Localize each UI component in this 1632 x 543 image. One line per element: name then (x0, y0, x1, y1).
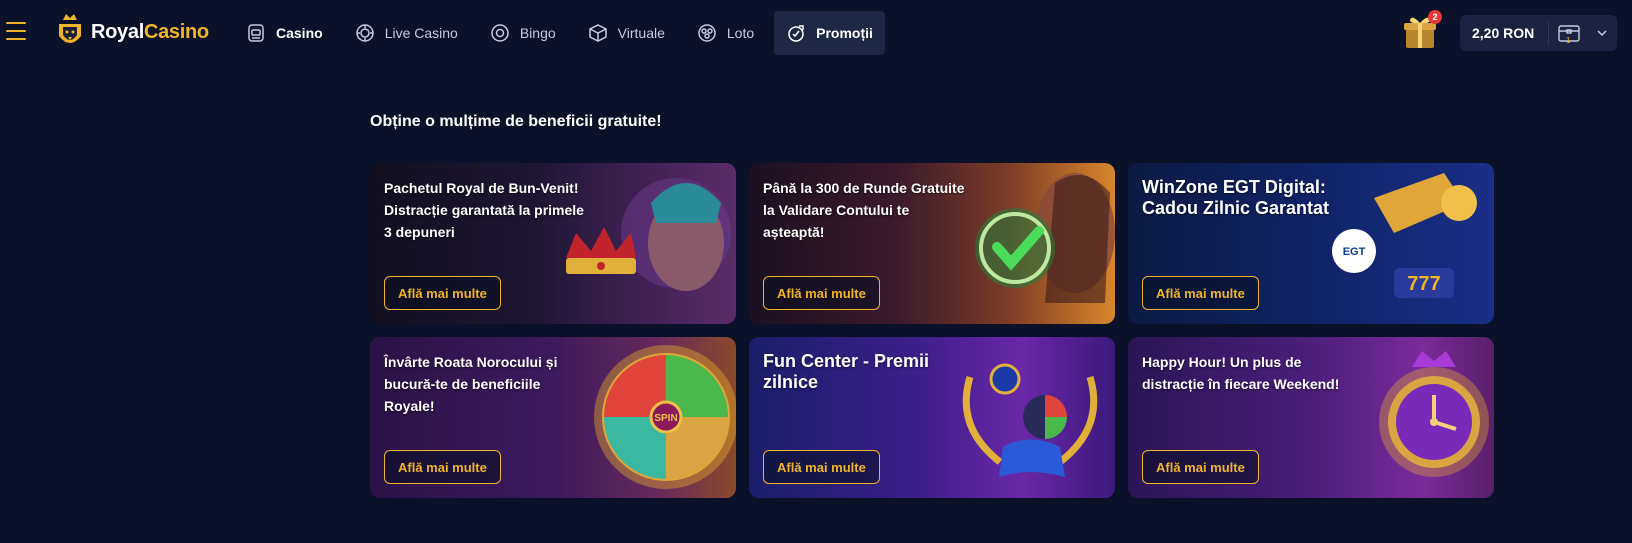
chest-count: 1 (1566, 36, 1571, 45)
chevron-down-icon[interactable] (1595, 26, 1609, 40)
wallet-divider (1548, 21, 1549, 45)
nav-loto[interactable]: Loto (685, 11, 766, 55)
live-chip-icon (355, 24, 374, 42)
virtual-cube-icon (588, 24, 607, 42)
promo-title: Învârte Roata Norocului și bucură-te de … (384, 354, 558, 414)
promo-title: Fun Center - Premii zilnice (763, 351, 930, 392)
nav-virtuale-label: Virtuale (617, 25, 665, 41)
nav-bingo-label: Bingo (519, 25, 556, 41)
learn-more-button[interactable]: Află mai multe (763, 276, 880, 310)
nav-live-casino[interactable]: Live Casino (343, 11, 470, 55)
nav-casino-label: Casino (276, 25, 323, 41)
nav-bingo[interactable]: Bingo (478, 11, 568, 55)
learn-more-button[interactable]: Află mai multe (763, 450, 880, 484)
promo-title: Până la 300 de Runde Gratuite la Validar… (763, 180, 965, 240)
lottery-balls-icon (698, 24, 716, 42)
main-nav: Casino Live Casino Bingo Virtuale Loto P… (246, 11, 893, 55)
svg-text:777: 777 (1407, 273, 1440, 295)
menu-icon[interactable] (6, 22, 26, 40)
bingo-ball-icon (491, 24, 509, 42)
promo-card-wheel[interactable]: SPIN Învârte Roata Norocului și bucură-t… (370, 337, 736, 498)
treasure-chest-button[interactable]: 1 (1557, 21, 1581, 45)
lion-crown-icon (59, 14, 81, 43)
nav-promotii[interactable]: Promoții (774, 11, 885, 55)
promo-card-fun-center[interactable]: Fun Center - Premii zilnice Află mai mul… (749, 337, 1115, 498)
svg-text:EGT: EGT (1343, 246, 1366, 258)
nav-promotii-label: Promoții (816, 25, 873, 41)
nav-loto-label: Loto (726, 25, 755, 41)
gift-count-badge: 2 (1428, 10, 1442, 24)
logo-royal: Royal (91, 20, 144, 43)
nav-casino[interactable]: Casino (246, 11, 335, 55)
promo-card-happy-hour[interactable]: Happy Hour! Un plus de distracție în fie… (1128, 337, 1494, 498)
balance-amount[interactable]: 2,20 RON (1460, 25, 1548, 41)
wallet-panel: 2,20 RON 1 (1460, 15, 1617, 51)
nav-live-casino-label: Live Casino (384, 25, 458, 41)
promo-title: Pachetul Royal de Bun-Venit! Distracție … (384, 180, 584, 240)
promo-card-winzone[interactable]: EGT 777 WinZone EGT Digital: Cadou Zilni… (1128, 163, 1494, 324)
promo-card-free-spins[interactable]: Până la 300 de Runde Gratuite la Validar… (749, 163, 1115, 324)
promo-title: WinZone EGT Digital: Cadou Zilnic Garant… (1142, 177, 1330, 218)
logo-casino: Casino (143, 20, 209, 43)
promo-badge-icon (788, 25, 804, 42)
promo-title: Happy Hour! Un plus de distracție în fie… (1142, 354, 1340, 392)
logo-text: RoyalCasino (91, 21, 209, 44)
learn-more-button[interactable]: Află mai multe (384, 276, 501, 310)
gift-button[interactable]: 2 (1400, 10, 1442, 52)
top-header: RoyalCasino Casino Live Casino Bingo Vir… (0, 0, 1632, 66)
page-headline: Obține o mulțime de beneficii gratuite! (370, 113, 662, 130)
svg-text:SPIN: SPIN (654, 413, 677, 424)
learn-more-button[interactable]: Află mai multe (384, 450, 501, 484)
promo-card-welcome[interactable]: Pachetul Royal de Bun-Venit! Distracție … (370, 163, 736, 324)
learn-more-button[interactable]: Află mai multe (1142, 276, 1259, 310)
logo[interactable]: RoyalCasino (55, 12, 209, 52)
learn-more-button[interactable]: Află mai multe (1142, 450, 1259, 484)
nav-virtuale[interactable]: Virtuale (576, 11, 677, 55)
slot-machine-icon (248, 24, 264, 42)
promo-grid: Pachetul Royal de Bun-Venit! Distracție … (370, 163, 1494, 498)
